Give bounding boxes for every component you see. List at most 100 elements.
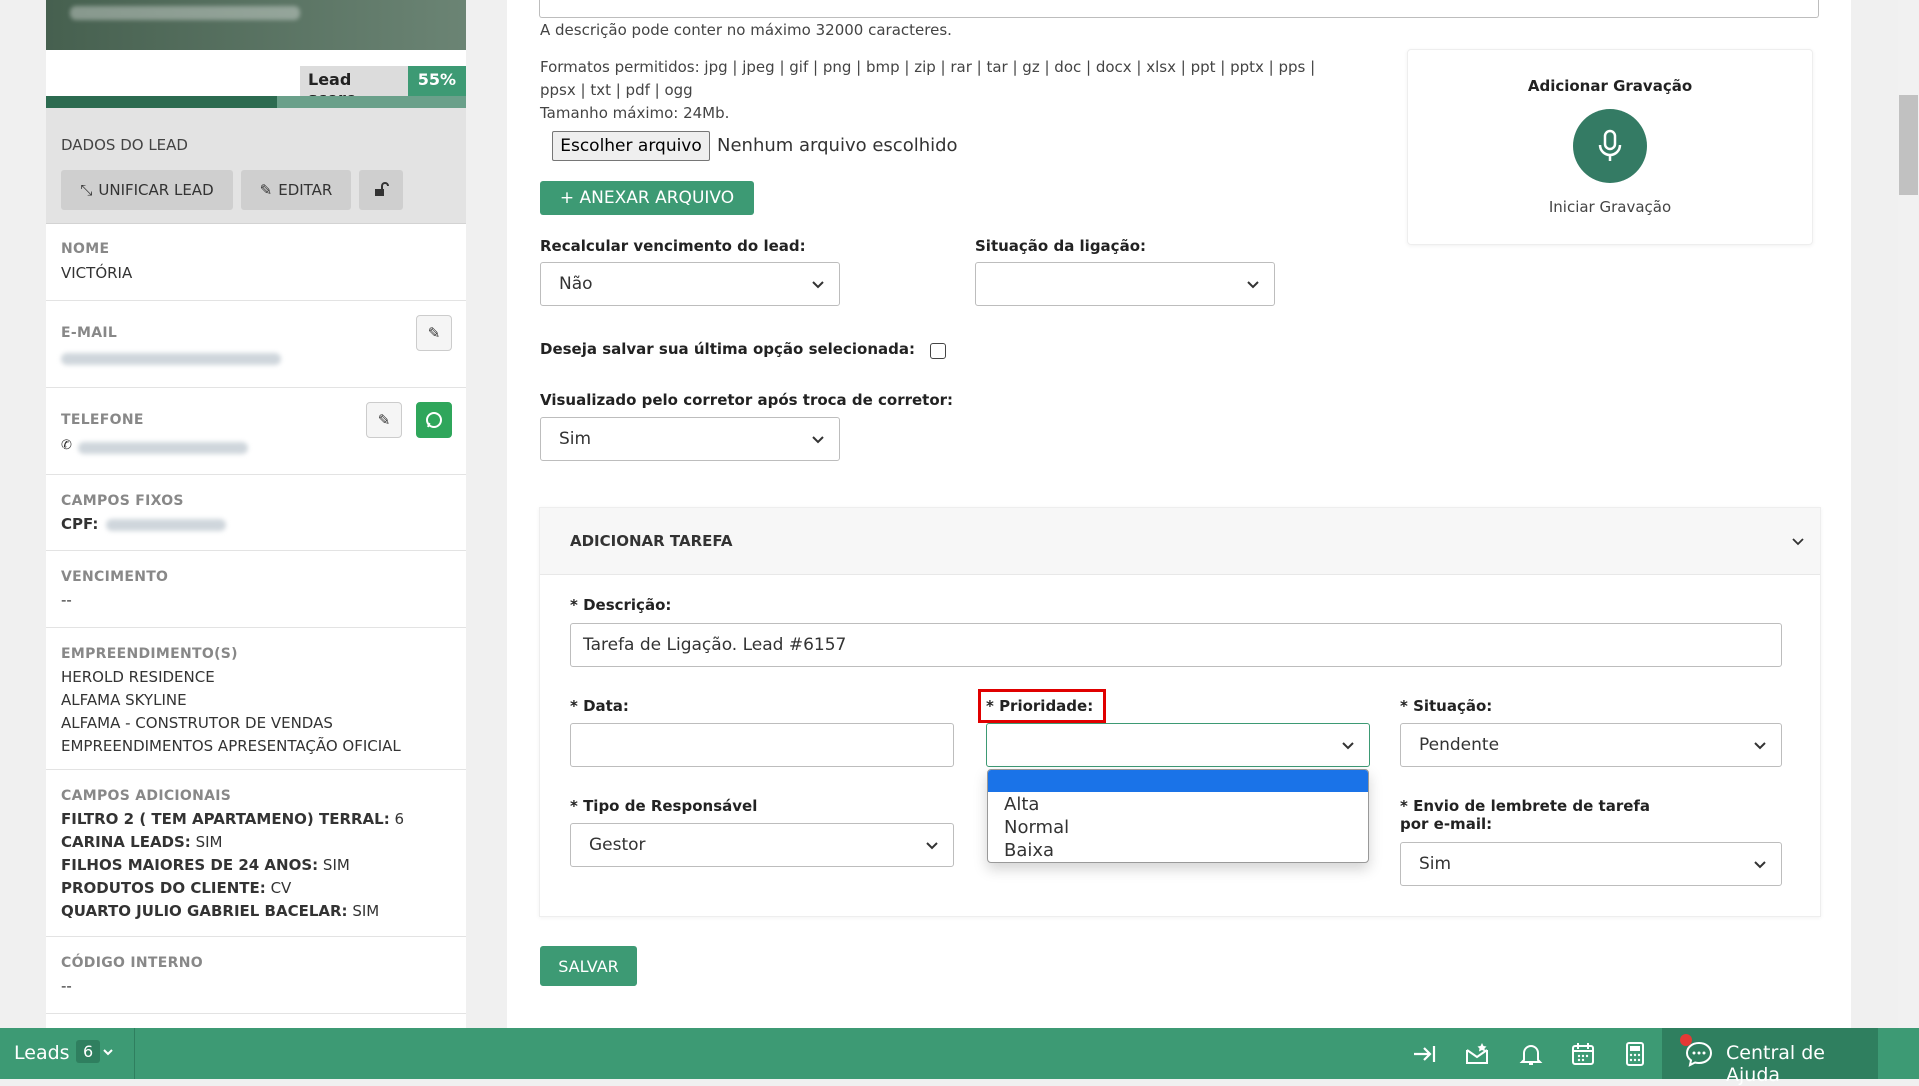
description-textarea[interactable] [539,0,1819,18]
field-empreendimentos: EMPREENDIMENTO(S) HEROLD RESIDENCE ALFAM… [46,628,466,770]
task-description-input[interactable]: Tarefa de Ligação. Lead #6157 [570,623,1782,667]
field-telefone: TELEFONE ✆ ✎ [46,388,466,475]
chevron-down-icon [926,842,938,850]
priority-option-alta[interactable]: Alta [1004,794,1039,815]
campo-adicional-row: QUARTO JULIO GABRIEL BACELAR: SIM [61,902,379,920]
campo-value: CV [270,879,292,897]
task-responsible-select[interactable]: Gestor [570,823,954,867]
unify-lead-button[interactable]: ⤡ UNIFICAR LEAD [61,170,233,210]
chevron-down-icon [1754,861,1766,869]
cpf-label: CPF: [61,515,99,533]
campo-key: FILHOS MAIORES DE 24 ANOS: [61,856,319,874]
unlock-button[interactable] [359,170,403,210]
field-email: E-MAIL ✎ [46,301,466,388]
vencimento-label: VENCIMENTO [61,569,169,585]
task-status-select[interactable]: Pendente [1400,723,1782,767]
leads-tab-label[interactable]: Leads [14,1042,70,1064]
task-status-label: * Situação: [1400,697,1493,715]
call-status-select[interactable] [975,262,1275,306]
campo-key: QUARTO JULIO GABRIEL BACELAR: [61,902,348,920]
calculator-icon[interactable] [1622,1041,1648,1067]
campo-adicional-row: PRODUTOS DO CLIENTE: CV [61,879,291,897]
recording-panel: Adicionar Gravação Iniciar Gravação [1407,49,1813,245]
lead-score-fill [46,96,277,108]
max-size: Tamanho máximo: 24Mb. [540,104,730,122]
pencil-icon: ✎ [377,411,391,429]
save-last-option-checkbox[interactable] [930,343,946,359]
task-responsible-label: * Tipo de Responsável [570,797,758,815]
codigo-interno-label: CÓDIGO INTERNO [61,955,203,971]
logout-icon[interactable] [1412,1041,1438,1067]
priority-option-normal[interactable]: Normal [1004,817,1069,838]
description-hint: A descrição pode conter no máximo 32000 … [540,21,952,39]
bottom-bar: Leads 6 Central de Ajuda [0,1028,1919,1086]
whatsapp-icon [426,412,442,428]
chevron-down-icon [1754,742,1766,750]
task-status-value: Pendente [1419,735,1500,755]
field-vencimento: VENCIMENTO -- [46,551,466,628]
nome-label: NOME [61,241,110,257]
codigo-interno-value: -- [61,977,72,995]
task-reminder-select[interactable]: Sim [1400,842,1782,886]
mail-star-icon[interactable] [1464,1041,1490,1067]
vencimento-value: -- [61,591,72,609]
edit-phone-button[interactable]: ✎ [366,402,402,438]
merge-icon: ⤡ [80,181,93,199]
lead-data-header: DADOS DO LEAD ⤡ UNIFICAR LEAD ✎ EDITAR [46,108,466,224]
campo-key: FILTRO 2 ( TEM APARTAMENO) TERRAL: [61,810,390,828]
edit-lead-label: EDITAR [278,181,333,199]
leads-count-badge: 6 [76,1040,101,1063]
phone-icon: ✆ [61,438,72,453]
pencil-icon: ✎ [427,324,441,342]
task-reminder-value: Sim [1419,854,1452,874]
attach-file-button[interactable]: + ANEXAR ARQUIVO [540,181,754,215]
chevron-down-icon [1342,742,1354,750]
bell-icon[interactable] [1518,1041,1544,1067]
campo-value: SIM [195,833,223,851]
campos-adicionais-label: CAMPOS ADICIONAIS [61,788,232,804]
chevron-down-icon[interactable] [102,1046,114,1058]
record-button[interactable] [1573,109,1647,183]
telefone-label: TELEFONE [61,412,144,428]
page-scrollbar-thumb[interactable] [1899,95,1918,195]
viewed-select[interactable]: Sim [540,417,840,461]
add-task-title: ADICIONAR TAREFA [570,532,733,550]
chevron-down-icon [1247,281,1259,289]
email-value-blurred [61,353,281,365]
calendar-icon[interactable] [1570,1041,1596,1067]
nome-value: VICTÓRIA [61,264,133,282]
field-nome: NOME VICTÓRIA [46,224,466,301]
chevron-down-icon [1792,538,1804,546]
unify-lead-label: UNIFICAR LEAD [98,181,214,199]
choose-file-button[interactable]: Escolher arquivo [552,131,710,161]
empreendimento-item: EMPREENDIMENTOS APRESENTAÇÃO OFICIAL [61,737,401,755]
add-task-header[interactable]: ADICIONAR TAREFA [540,508,1820,575]
field-campos-adicionais: CAMPOS ADICIONAIS FILTRO 2 ( TEM APARTAM… [46,770,466,937]
priority-option-baixa[interactable]: Baixa [1004,840,1054,861]
task-date-input[interactable] [570,723,954,767]
edit-lead-button[interactable]: ✎ EDITAR [241,170,351,210]
task-reminder-label-cont: por e-mail: [1400,815,1493,833]
recalc-select-value: Não [559,274,593,294]
priority-option-blank[interactable] [988,770,1368,792]
chevron-down-icon [812,436,824,444]
whatsapp-button[interactable] [416,402,452,438]
email-label: E-MAIL [61,325,118,341]
section-title: DADOS DO LEAD [61,136,188,154]
lead-score-bar [46,96,466,108]
edit-email-button[interactable]: ✎ [416,315,452,351]
task-responsible-value: Gestor [589,835,646,855]
task-priority-select[interactable] [986,723,1370,767]
lead-score-value: 55% [407,66,466,96]
campo-value: SIM [352,902,380,920]
help-center-label: Central de Ajuda [1726,1042,1825,1086]
save-button[interactable]: SALVAR [540,946,637,986]
allowed-formats: Formatos permitidos: jpg | jpeg | gif | … [540,58,1316,76]
bottom-bar-divider [134,1028,135,1079]
help-center-button[interactable]: Central de Ajuda [1662,1028,1878,1086]
task-priority-label: * Prioridade: [986,697,1094,715]
recalc-select[interactable]: Não [540,262,840,306]
allowed-formats-cont: ppsx | txt | pdf | ogg [540,81,693,99]
pencil-icon: ✎ [259,181,273,199]
empreendimentos-label: EMPREENDIMENTO(S) [61,646,238,662]
